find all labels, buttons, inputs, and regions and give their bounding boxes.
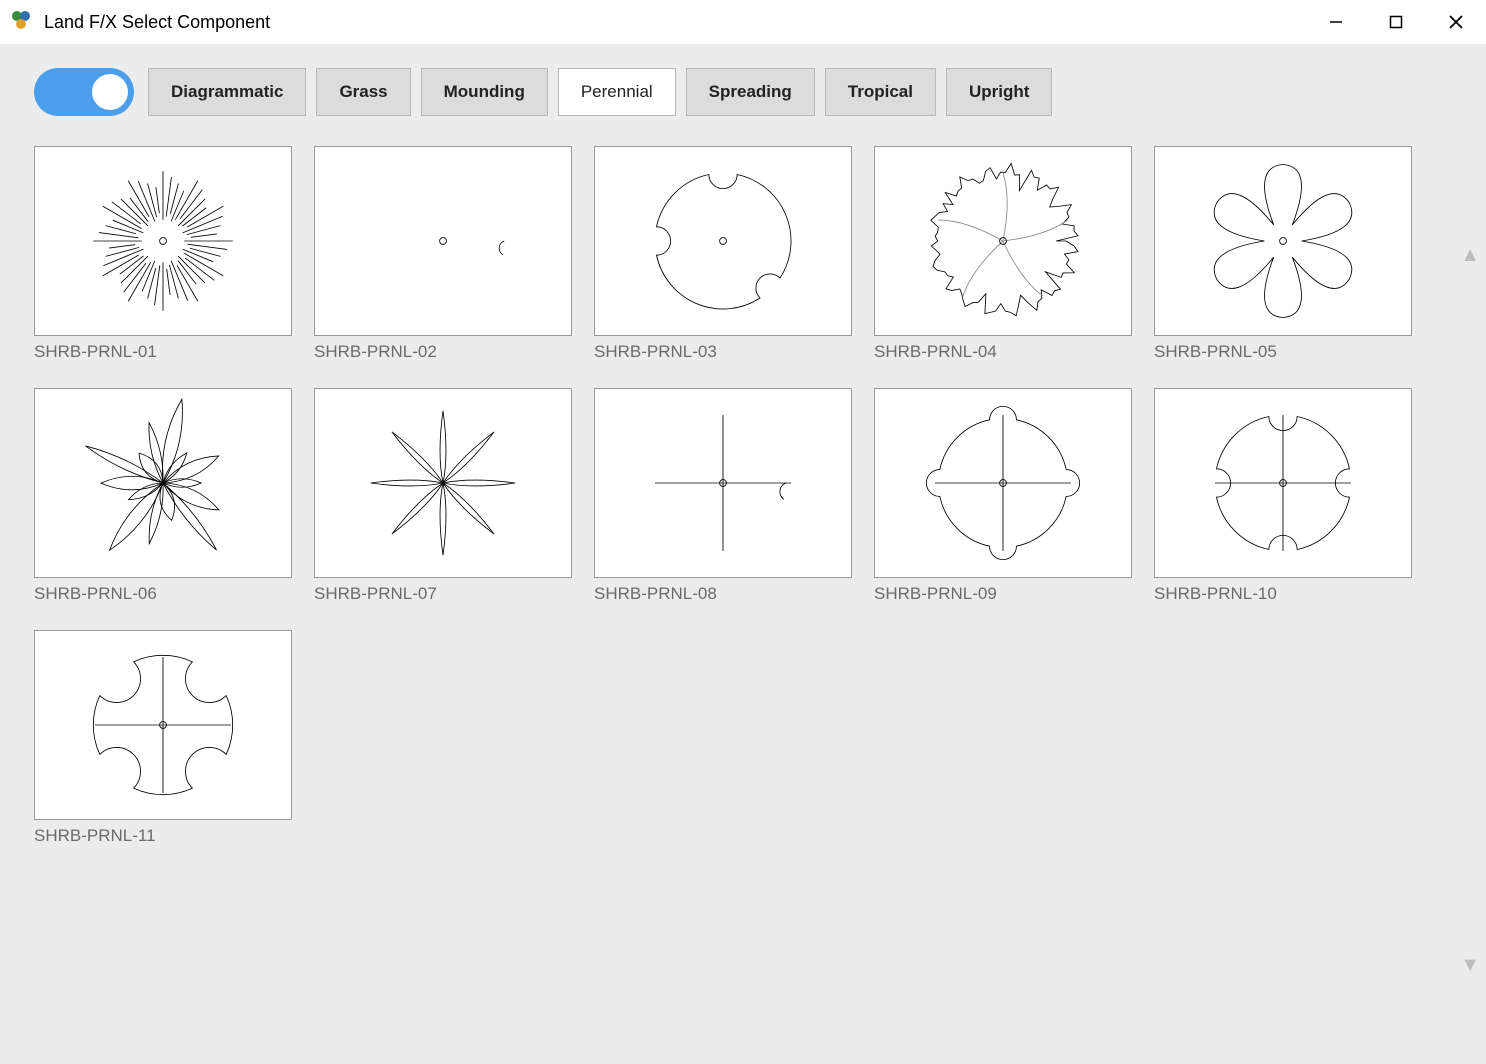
- plant-symbol-icon: [73, 640, 253, 810]
- plant-symbol-icon: [73, 398, 253, 568]
- minimize-button[interactable]: [1306, 0, 1366, 44]
- tab-tropical[interactable]: Tropical: [825, 68, 936, 116]
- tab-diagrammatic[interactable]: Diagrammatic: [148, 68, 306, 116]
- tab-spreading[interactable]: Spreading: [686, 68, 815, 116]
- plant-symbol-icon: [633, 398, 813, 568]
- view-toggle[interactable]: [34, 68, 134, 116]
- component-item[interactable]: SHRB-PRNL-04: [874, 146, 1132, 362]
- component-label: SHRB-PRNL-04: [874, 342, 1132, 362]
- component-label: SHRB-PRNL-11: [34, 826, 292, 846]
- component-label: SHRB-PRNL-05: [1154, 342, 1412, 362]
- component-thumbnail: [1154, 388, 1412, 578]
- window-controls: [1306, 0, 1486, 44]
- component-item[interactable]: SHRB-PRNL-02: [314, 146, 572, 362]
- component-item[interactable]: SHRB-PRNL-06: [34, 388, 292, 604]
- component-item[interactable]: SHRB-PRNL-03: [594, 146, 852, 362]
- component-label: SHRB-PRNL-01: [34, 342, 292, 362]
- select-component-window: Land F/X Select Component DiagrammaticGr…: [0, 0, 1486, 1064]
- component-label: SHRB-PRNL-07: [314, 584, 572, 604]
- component-item[interactable]: SHRB-PRNL-10: [1154, 388, 1412, 604]
- scroll-up-arrow[interactable]: ▲: [1460, 244, 1480, 267]
- component-item[interactable]: SHRB-PRNL-08: [594, 388, 852, 604]
- component-item[interactable]: SHRB-PRNL-09: [874, 388, 1132, 604]
- component-label: SHRB-PRNL-10: [1154, 584, 1412, 604]
- component-thumbnail: [874, 146, 1132, 336]
- component-item[interactable]: SHRB-PRNL-11: [34, 630, 292, 846]
- tab-upright[interactable]: Upright: [946, 68, 1052, 116]
- plant-symbol-icon: [353, 398, 533, 568]
- component-thumbnail: [34, 388, 292, 578]
- component-item[interactable]: SHRB-PRNL-07: [314, 388, 572, 604]
- plant-symbol-icon: [913, 156, 1093, 326]
- component-thumbnail: [594, 146, 852, 336]
- scroll-down-arrow[interactable]: ▼: [1460, 954, 1480, 977]
- window-body: DiagrammaticGrassMoundingPerennialSpread…: [0, 44, 1486, 1064]
- component-label: SHRB-PRNL-03: [594, 342, 852, 362]
- component-thumbnail: [314, 388, 572, 578]
- component-grid: SHRB-PRNL-01 SHRB-PRNL-02 SHRB-PRNL-03 SHRB…: [34, 146, 1434, 846]
- minimize-icon: [1329, 15, 1343, 29]
- plant-symbol-icon: [913, 398, 1093, 568]
- plant-symbol-icon: [1193, 398, 1373, 568]
- component-label: SHRB-PRNL-08: [594, 584, 852, 604]
- maximize-icon: [1389, 15, 1403, 29]
- component-item[interactable]: SHRB-PRNL-01: [34, 146, 292, 362]
- component-thumbnail: [1154, 146, 1412, 336]
- close-button[interactable]: [1426, 0, 1486, 44]
- component-label: SHRB-PRNL-02: [314, 342, 572, 362]
- component-label: SHRB-PRNL-06: [34, 584, 292, 604]
- component-label: SHRB-PRNL-09: [874, 584, 1132, 604]
- category-tabs: DiagrammaticGrassMoundingPerennialSpread…: [148, 68, 1052, 116]
- toggle-knob: [92, 74, 128, 110]
- window-title: Land F/X Select Component: [44, 12, 270, 33]
- component-thumbnail: [34, 630, 292, 820]
- plant-symbol-icon: [353, 156, 533, 326]
- close-icon: [1448, 14, 1464, 30]
- tab-mounding[interactable]: Mounding: [421, 68, 548, 116]
- component-item[interactable]: SHRB-PRNL-05: [1154, 146, 1412, 362]
- plant-symbol-icon: [1193, 156, 1373, 326]
- titlebar: Land F/X Select Component: [0, 0, 1486, 44]
- app-icon: [12, 11, 34, 33]
- plant-symbol-icon: [633, 156, 813, 326]
- tab-grass[interactable]: Grass: [316, 68, 410, 116]
- component-thumbnail: [874, 388, 1132, 578]
- component-thumbnail: [34, 146, 292, 336]
- plant-symbol-icon: [73, 156, 253, 326]
- component-thumbnail: [594, 388, 852, 578]
- tab-perennial[interactable]: Perennial: [558, 68, 676, 116]
- maximize-button[interactable]: [1366, 0, 1426, 44]
- component-thumbnail: [314, 146, 572, 336]
- toolbar: DiagrammaticGrassMoundingPerennialSpread…: [34, 68, 1462, 116]
